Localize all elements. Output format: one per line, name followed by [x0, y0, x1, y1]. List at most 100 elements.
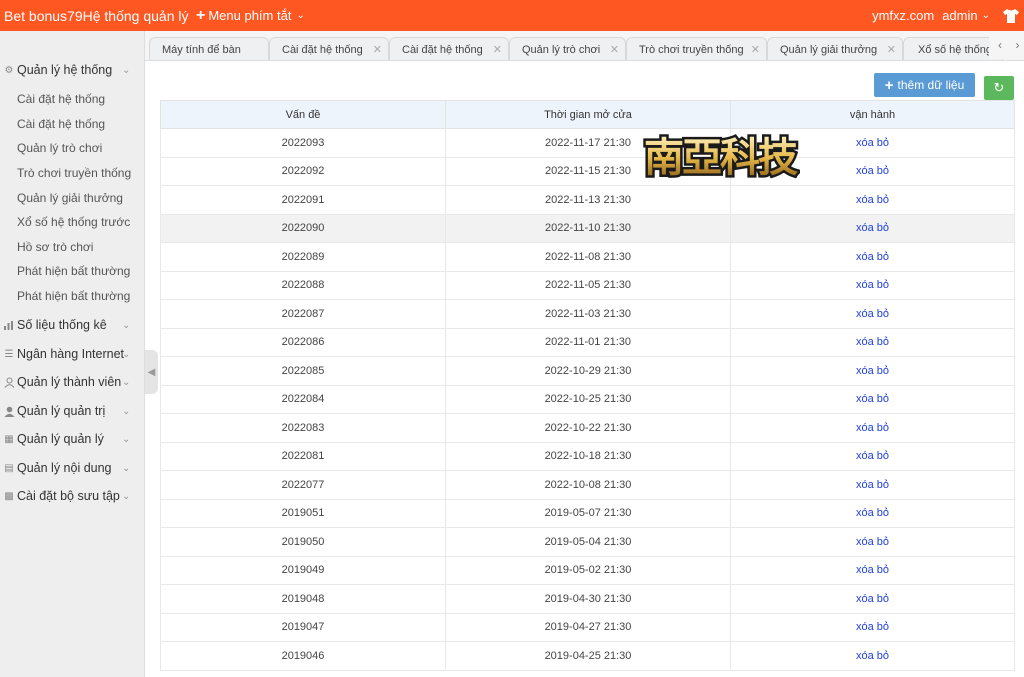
sidebar-group-admins[interactable]: Quản lý quản trị ⌄ [0, 399, 145, 423]
close-icon[interactable]: ✕ [751, 43, 760, 56]
sidebar-group-internet-bank[interactable]: ☰ Ngân hàng Internet ⌄ [0, 342, 145, 366]
table-row: 2019051 2019-05-07 21:30 xóa bỏ [160, 498, 1015, 528]
add-data-button[interactable]: + thêm dữ liệu [874, 73, 975, 97]
operation-cell: xóa bỏ [730, 185, 1015, 215]
tab-system-settings[interactable]: Cài đặt hệ thống ✕ [269, 37, 389, 60]
delete-link[interactable]: xóa bỏ [856, 222, 889, 234]
sidebar-group-management[interactable]: ▦ Quản lý quản lý ⌄ [0, 427, 145, 451]
close-icon[interactable]: ✕ [887, 43, 896, 56]
user-solid-icon [2, 404, 16, 418]
delete-link[interactable]: xóa bỏ [856, 479, 889, 491]
chevron-down-icon: ⌄ [122, 490, 131, 502]
sidebar-item-anomaly-detection-2[interactable]: Phát hiện bất thường [17, 289, 130, 303]
open-time-cell: 2022-10-22 21:30 [445, 413, 731, 443]
sidebar-item-anomaly-detection[interactable]: Phát hiện bất thường [17, 264, 130, 278]
open-time-cell: 2022-10-29 21:30 [445, 356, 731, 386]
domain-link[interactable]: ymfxz.com [872, 8, 934, 23]
open-time-cell: 2022-10-18 21:30 [445, 441, 731, 471]
column-header-issue: Vấn đề [160, 100, 446, 129]
tab-scroll-right-button[interactable]: › [1011, 31, 1024, 59]
plus-icon: + [196, 6, 206, 24]
delete-link[interactable]: xóa bỏ [856, 165, 889, 177]
delete-link[interactable]: xóa bỏ [856, 308, 889, 320]
user-menu[interactable]: admin ⌄ [942, 8, 990, 23]
sidebar-group-content[interactable]: ▤ Quản lý nội dung ⌄ [0, 456, 145, 480]
table-row: 2019050 2019-05-04 21:30 xóa bỏ [160, 527, 1015, 557]
open-time-cell: 2019-05-04 21:30 [445, 527, 731, 557]
refresh-button[interactable]: ↻ [984, 76, 1014, 100]
delete-link[interactable]: xóa bỏ [856, 365, 889, 377]
list-icon: ☰ [4, 348, 14, 360]
close-icon[interactable]: ✕ [493, 43, 502, 56]
menu-shortcut-button[interactable]: + Menu phím tắt ⌄ [196, 6, 305, 24]
issue-cell: 2019050 [160, 527, 446, 557]
sidebar-group-statistics[interactable]: Số liệu thống kê ⌄ [0, 313, 145, 337]
shirt-icon[interactable] [1002, 8, 1020, 24]
operation-cell: xóa bỏ [730, 612, 1015, 642]
operation-cell: xóa bỏ [730, 413, 1015, 443]
tab-system-lottery[interactable]: Xổ số hệ thống [903, 37, 1003, 60]
brand-title: Bet bonus79Hệ thống quản lý [4, 7, 189, 24]
table-row: 2022083 2022-10-22 21:30 xóa bỏ [160, 413, 1015, 443]
delete-link[interactable]: xóa bỏ [856, 536, 889, 548]
operation-cell: xóa bỏ [730, 527, 1015, 557]
table-row: 2019049 2019-05-02 21:30 xóa bỏ [160, 555, 1015, 585]
table-row: 2019046 2019-04-25 21:30 xóa bỏ [160, 641, 1015, 671]
sidebar-item-system-settings-2[interactable]: Cài đặt hệ thống [17, 117, 105, 131]
issue-cell: 2019048 [160, 584, 446, 614]
data-table: Vấn đề Thời gian mở cửa vận hành 2022093… [160, 100, 1015, 671]
delete-link[interactable]: xóa bỏ [856, 507, 889, 519]
tab-game-management[interactable]: Quản lý trò chơi ✕ [509, 37, 626, 60]
close-icon[interactable]: ✕ [610, 43, 619, 56]
sidebar-group-collection[interactable]: ▩ Cài đặt bộ sưu tập ⌄ [0, 484, 145, 508]
open-time-cell: 2022-11-05 21:30 [445, 270, 731, 300]
menu-shortcut-label: Menu phím tắt [208, 8, 292, 23]
document-icon: ▤ [4, 462, 14, 474]
delete-link[interactable]: xóa bỏ [856, 393, 889, 405]
sidebar-group-members[interactable]: Quản lý thành viên ⌄ [0, 370, 145, 394]
operation-cell: xóa bỏ [730, 213, 1015, 243]
delete-link[interactable]: xóa bỏ [856, 279, 889, 291]
top-bar: Bet bonus79Hệ thống quản lý + Menu phím … [0, 0, 1024, 31]
open-time-cell: 2019-05-02 21:30 [445, 555, 731, 585]
operation-cell: xóa bỏ [730, 327, 1015, 357]
issue-cell: 2022088 [160, 270, 446, 300]
sidebar-item-prize-management[interactable]: Quản lý giải thưởng [17, 191, 123, 205]
tab-prize-management[interactable]: Quản lý giải thưởng ✕ [767, 37, 903, 60]
tab-traditional-games[interactable]: Trò chơi truyền thống ✕ [626, 37, 767, 60]
operation-cell: xóa bỏ [730, 356, 1015, 386]
delete-link[interactable]: xóa bỏ [856, 422, 889, 434]
chevron-down-icon: ⌄ [122, 462, 131, 474]
tab-system-settings-2[interactable]: Cài đặt hệ thống ✕ [389, 37, 509, 60]
sidebar-item-traditional-games[interactable]: Trò chơi truyền thống [17, 166, 131, 180]
delete-link[interactable]: xóa bỏ [856, 194, 889, 206]
sidebar-item-system-settings[interactable]: Cài đặt hệ thống [17, 92, 105, 106]
open-time-cell: 2022-11-03 21:30 [445, 299, 731, 329]
close-icon[interactable]: ✕ [373, 43, 382, 56]
sidebar-item-game-management[interactable]: Quản lý trò chơi [17, 141, 102, 155]
table-row: 2022087 2022-11-03 21:30 xóa bỏ [160, 299, 1015, 329]
operation-cell: xóa bỏ [730, 441, 1015, 471]
chevron-down-icon: ⌄ [122, 433, 131, 445]
issue-cell: 2022085 [160, 356, 446, 386]
sidebar-item-game-records[interactable]: Hồ sơ trò chơi [17, 240, 93, 254]
delete-link[interactable]: xóa bỏ [856, 564, 889, 576]
plus-icon: + [884, 76, 894, 94]
delete-link[interactable]: xóa bỏ [856, 621, 889, 633]
sidebar-collapse-handle[interactable]: ◀ [145, 350, 158, 394]
sidebar-item-previous-lottery[interactable]: Xổ số hệ thống trước [17, 215, 130, 229]
chevron-down-icon: ⌄ [296, 10, 305, 21]
open-time-cell: 2022-11-08 21:30 [445, 242, 731, 272]
delete-link[interactable]: xóa bỏ [856, 450, 889, 462]
issue-cell: 2022092 [160, 156, 446, 186]
delete-link[interactable]: xóa bỏ [856, 251, 889, 263]
delete-link[interactable]: xóa bỏ [856, 593, 889, 605]
delete-link[interactable]: xóa bỏ [856, 336, 889, 348]
tab-desktop[interactable]: Máy tính để bàn [149, 37, 269, 60]
tab-scroll-left-button[interactable]: ‹ [989, 31, 1011, 59]
delete-link[interactable]: xóa bỏ [856, 137, 889, 149]
sidebar-group-system[interactable]: ⚙ Quản lý hệ thống ⌄ [0, 58, 145, 82]
delete-link[interactable]: xóa bỏ [856, 650, 889, 662]
operation-cell: xóa bỏ [730, 270, 1015, 300]
issue-cell: 2022089 [160, 242, 446, 272]
